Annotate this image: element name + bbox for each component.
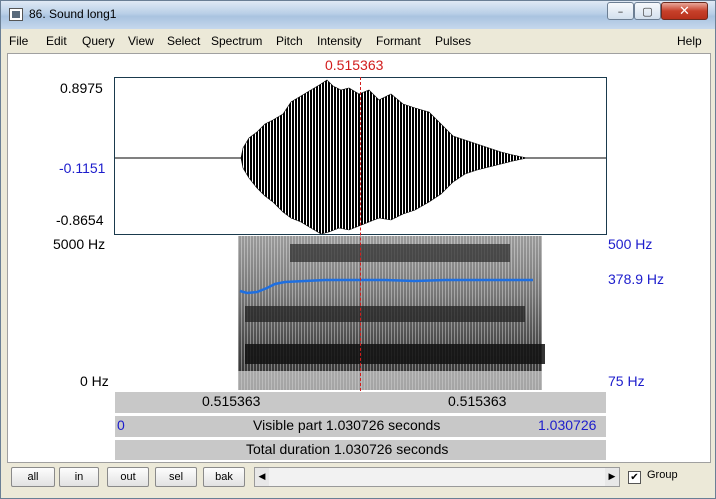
spectrogram-plot xyxy=(238,236,545,390)
menu-edit[interactable]: Edit xyxy=(46,34,67,48)
menu-view[interactable]: View xyxy=(128,34,154,48)
cursor-line[interactable] xyxy=(360,77,361,391)
pitch-current-label: 378.9 Hz xyxy=(608,271,665,287)
pitch-bottom-label: 75 Hz xyxy=(608,373,645,389)
group-label: Group xyxy=(647,469,678,481)
title-bar[interactable]: 86. Sound long1 – ▢ ✕ xyxy=(1,1,715,29)
formant-band-high xyxy=(290,244,510,262)
waveform-min-label: -0.8654 xyxy=(56,212,104,228)
close-button[interactable]: ✕ xyxy=(661,2,708,20)
menu-bar: File Edit Query View Select Spectrum Pit… xyxy=(1,31,715,51)
visible-part-label: Visible part 1.030726 seconds xyxy=(253,417,441,433)
time-scrollbar[interactable]: ◀ ▶ xyxy=(254,467,620,487)
cursor-time-label: 0.515363 xyxy=(325,57,384,73)
zoom-in-button[interactable]: in xyxy=(59,467,99,487)
total-duration-bar[interactable]: Total duration 1.030726 seconds xyxy=(114,439,607,461)
menu-select[interactable]: Select xyxy=(167,34,200,48)
zoom-back-button[interactable]: bak xyxy=(203,467,245,487)
visible-part-bar[interactable]: 0 Visible part 1.030726 seconds 1.030726 xyxy=(114,415,607,438)
minimize-button[interactable]: – xyxy=(607,2,634,20)
waveform-mid-label: -0.1151 xyxy=(59,160,106,176)
editor-canvas[interactable]: 0.515363 0.8975 -0.1151 -0.8654 5000 Hz … xyxy=(7,53,711,463)
group-checkbox[interactable]: ✔ xyxy=(628,471,641,484)
sound-editor-window: 86. Sound long1 – ▢ ✕ File Edit Query Vi… xyxy=(0,0,716,499)
waveform-envelope xyxy=(240,79,528,234)
selection-right-label: 0.515363 xyxy=(448,393,507,409)
visible-start-label: 0 xyxy=(117,417,125,433)
menu-query[interactable]: Query xyxy=(82,34,115,48)
selection-bar[interactable]: 0.515363 0.515363 xyxy=(114,391,607,414)
formant-band-low xyxy=(245,344,545,364)
menu-intensity[interactable]: Intensity xyxy=(317,34,362,48)
menu-file[interactable]: File xyxy=(9,34,28,48)
menu-pitch[interactable]: Pitch xyxy=(276,34,303,48)
menu-help[interactable]: Help xyxy=(677,34,702,48)
scroll-right-icon[interactable]: ▶ xyxy=(605,468,619,486)
zoom-selection-button[interactable]: sel xyxy=(155,467,197,487)
spectrogram-freq-top-label: 5000 Hz xyxy=(53,236,106,252)
menu-spectrum[interactable]: Spectrum xyxy=(211,34,262,48)
zoom-all-button[interactable]: all xyxy=(11,467,55,487)
window-icon xyxy=(9,8,23,21)
group-toggle[interactable]: ✔ Group xyxy=(628,469,678,484)
waveform-max-label: 0.8975 xyxy=(60,80,103,96)
formant-band-mid xyxy=(245,306,525,322)
spectrogram-freq-bottom-label: 0 Hz xyxy=(80,373,109,389)
scroll-left-icon[interactable]: ◀ xyxy=(255,468,269,486)
selection-left-label: 0.515363 xyxy=(202,393,261,409)
maximize-button[interactable]: ▢ xyxy=(634,2,661,20)
visible-end-label: 1.030726 xyxy=(538,417,597,433)
pitch-top-label: 500 Hz xyxy=(608,236,653,252)
window-title: 86. Sound long1 xyxy=(29,7,117,21)
menu-formant[interactable]: Formant xyxy=(376,34,421,48)
menu-pulses[interactable]: Pulses xyxy=(435,34,471,48)
total-duration-label: Total duration 1.030726 seconds xyxy=(246,441,449,457)
zoom-out-button[interactable]: out xyxy=(107,467,149,487)
